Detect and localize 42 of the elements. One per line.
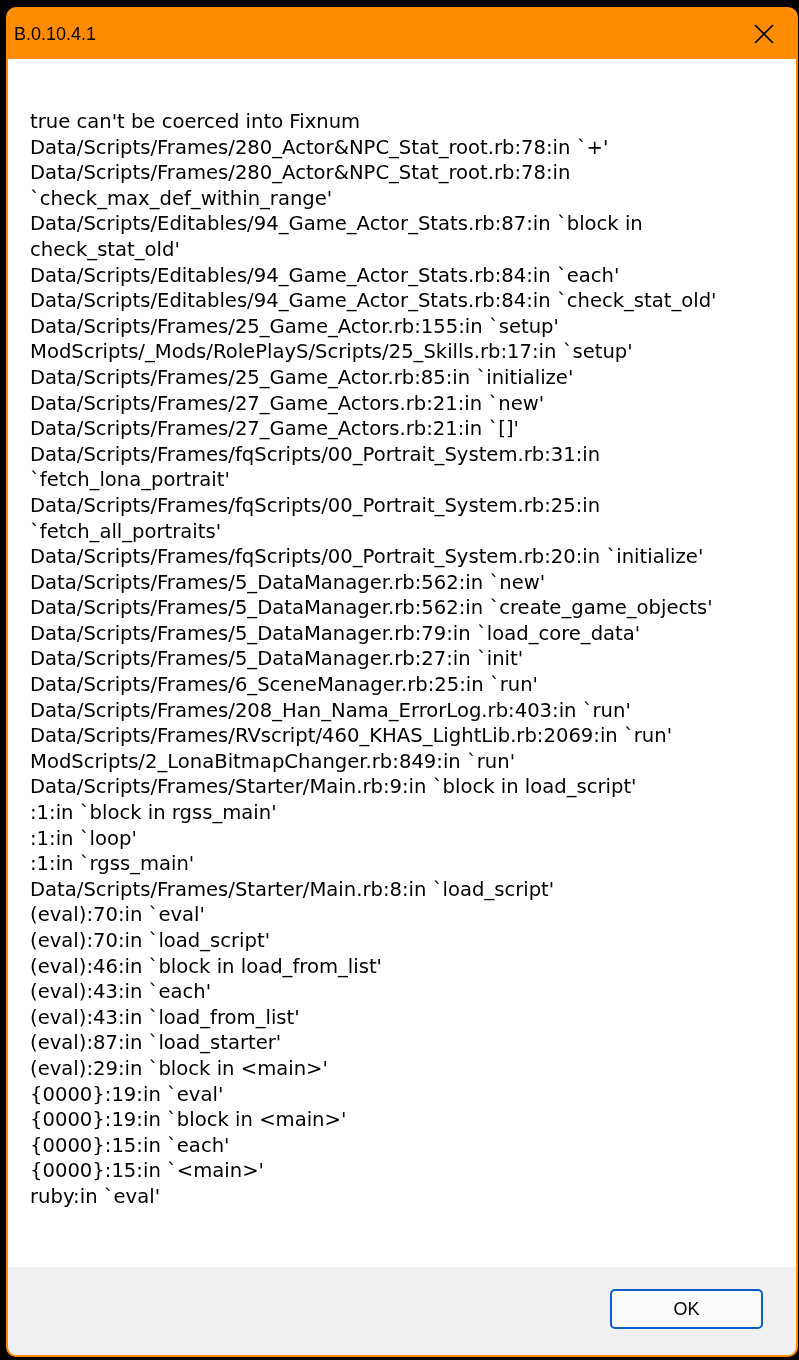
stack-trace-line: Data/Scripts/Editables/94_Game_Actor_Stats.rb:84:in `check_stat_old': [30, 288, 718, 314]
stack-trace-line: (eval):43:in `each': [30, 979, 213, 1005]
stack-trace-line: Data/Scripts/Editables/94_Game_Actor_Stats.rb:84:in `each': [30, 262, 621, 289]
stack-trace-line: Data/Scripts/Frames/5_DataManager.rb:562:in `create_game_objects': [30, 595, 714, 621]
stack-trace-line: :1:in `block in rgss_main': [30, 800, 278, 826]
stack-trace-line: (eval):43:in `load_from_list': [30, 1004, 301, 1031]
stack-trace-line: :1:in `loop': [30, 825, 138, 852]
stack-trace-line: Data/Scripts/Frames/RVscript/460_KHAS_LightLib.rb:2069:in `run': [30, 723, 674, 749]
stack-trace-line: (eval):46:in `block in load_from_list': [30, 953, 383, 980]
stack-trace-line: Data/Scripts/Frames/280_Actor&NPC_Stat_root.rb:78:in `+': [30, 134, 610, 161]
stack-trace-line: Data/Scripts/Frames/27_Game_Actors.rb:21:in `[]': [30, 416, 520, 442]
stack-trace-line: (eval):87:in `load_starter': [30, 1030, 283, 1056]
stack-trace-line: Data/Scripts/Frames/fqScripts/00_Portrait_System.rb:20:in `initialize': [30, 544, 705, 570]
stack-trace-line: Data/Scripts/Frames/25_Game_Actor.rb:155:in `setup': [30, 313, 560, 340]
stack-trace-line: {0000}:19:in `block in <main>': [30, 1107, 348, 1133]
stack-trace-line: Data/Scripts/Frames/208_Han_Nama_ErrorLog.rb:403:in `run': [30, 697, 632, 724]
stack-trace-line: ModScripts/_Mods/RolePlayS/Scripts/25_Skills.rb:17:in `setup': [30, 339, 634, 365]
ok-button[interactable]: OK: [610, 1289, 763, 1329]
stack-trace-line: Data/Scripts/Frames/5_DataManager.rb:27:in `init': [30, 646, 525, 673]
close-icon: [754, 24, 774, 44]
stack-trace-line: ModScripts/2_LonaBitmapChanger.rb:849:in `run': [30, 748, 517, 775]
stack-trace-line: Data/Scripts/Frames/Starter/Main.rb:9:in `block in load_script': [30, 774, 638, 801]
stack-trace-line: Data/Scripts/Frames/25_Game_Actor.rb:85:in `initialize': [30, 364, 575, 391]
stack-trace-line: (eval):70:in `load_script': [30, 928, 272, 954]
stack-trace-line: Data/Scripts/Frames/27_Game_Actors.rb:21:in `new': [30, 390, 546, 417]
stack-trace-line: {0000}:15:in `each': [30, 1132, 231, 1159]
stack-trace-line: {0000}:15:in `<main>': [30, 1158, 265, 1184]
stack-trace-line: Data/Scripts/Frames/280_Actor&NPC_Stat_root.rb:78:in `check_max_def_within_range': [30, 160, 572, 212]
window-title: B.0.10.4.1: [14, 23, 97, 45]
stack-trace-line: Data/Scripts/Frames/Starter/Main.rb:8:in `load_script': [30, 876, 556, 903]
stack-trace-line: (eval):70:in `eval': [30, 902, 206, 928]
stack-trace-line: {0000}:19:in `eval': [30, 1081, 225, 1108]
stack-trace-line: Data/Scripts/Frames/5_DataManager.rb:79:in `load_core_data': [30, 620, 642, 647]
stack-trace-line: (eval):29:in `block in <main>': [30, 1055, 329, 1082]
stack-trace-line: Data/Scripts/Frames/6_SceneManager.rb:25:in `run': [30, 672, 539, 698]
stack-trace-line: ruby:in `eval': [30, 1183, 162, 1210]
stack-trace-line: Data/Scripts/Frames/5_DataManager.rb:562:in `new': [30, 569, 547, 596]
stack-trace-line: Data/Scripts/Editables/94_Game_Actor_Stats.rb:87:in `block in check_stat_old': [30, 211, 644, 263]
error-message: true can't be coerced into Fixnum: [30, 109, 362, 135]
stack-trace-line: Data/Scripts/Frames/fqScripts/00_Portrait_System.rb:31:in `fetch_lona_portrait': [30, 441, 602, 493]
stack-trace-line: :1:in `rgss_main': [30, 851, 196, 877]
stack-trace-line: Data/Scripts/Frames/fqScripts/00_Portrait_System.rb:25:in `fetch_all_portraits': [30, 492, 602, 545]
